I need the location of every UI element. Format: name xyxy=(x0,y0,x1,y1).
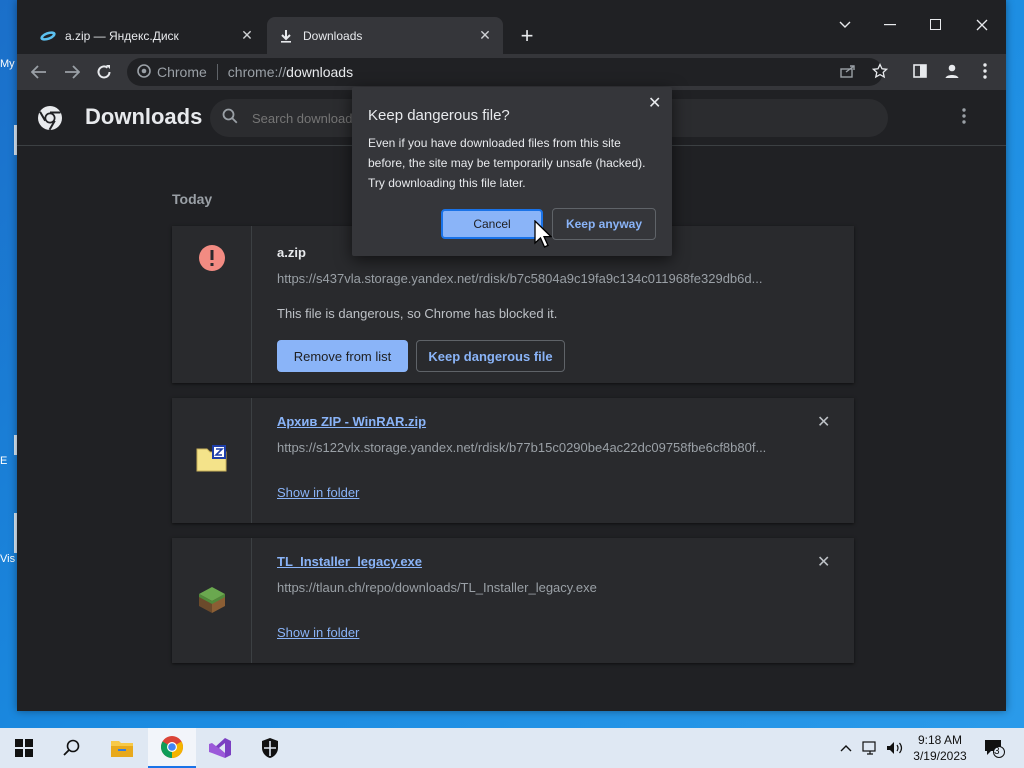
volume-icon[interactable] xyxy=(884,728,906,768)
remove-item-icon[interactable]: ✕ xyxy=(817,552,830,572)
omnibox-chip: Chrome xyxy=(157,64,207,80)
system-clock[interactable]: 9:18 AM 3/19/2023 xyxy=(905,732,975,764)
tab-title: Downloads xyxy=(303,28,363,43)
tab-yandex-disk[interactable]: a.zip — Яндекс.Диск ✕ xyxy=(29,17,265,54)
show-in-folder-link[interactable]: Show in folder xyxy=(277,625,359,640)
remove-item-icon[interactable]: ✕ xyxy=(817,412,830,432)
notification-count: 3 xyxy=(994,746,1000,757)
windows-security-icon[interactable] xyxy=(246,728,294,768)
reload-button[interactable] xyxy=(92,60,116,84)
desktop-icon-label[interactable]: My xyxy=(0,58,15,70)
desktop-icon-label[interactable]: Vis xyxy=(0,553,15,565)
yandex-disk-icon xyxy=(39,28,57,44)
close-tab-icon[interactable]: ✕ xyxy=(477,27,493,44)
omnibox-divider xyxy=(216,64,218,80)
keep-anyway-button[interactable]: Keep anyway xyxy=(552,208,656,240)
file-name-link[interactable]: TL_Installer_legacy.exe xyxy=(277,554,422,569)
visual-studio-icon[interactable] xyxy=(196,728,244,768)
clock-date: 3/19/2023 xyxy=(913,749,967,763)
close-tab-icon[interactable]: ✕ xyxy=(239,27,255,44)
address-bar[interactable]: Chrome chrome:// downloads xyxy=(127,58,883,86)
bookmark-star-icon[interactable] xyxy=(869,60,891,82)
keep-dangerous-file-button[interactable]: Keep dangerous file xyxy=(416,340,565,372)
tab-downloads[interactable]: Downloads ✕ xyxy=(267,17,503,54)
show-hidden-icons-icon[interactable] xyxy=(836,728,856,768)
show-in-folder-link[interactable]: Show in folder xyxy=(277,485,359,500)
file-name: a.zip xyxy=(277,245,306,260)
file-url: https://s122vlx.storage.yandex.net/rdisk… xyxy=(277,440,767,455)
remove-from-list-button[interactable]: Remove from list xyxy=(277,340,408,372)
tab-title: a.zip — Яндекс.Диск xyxy=(65,28,179,43)
taskbar: 9:18 AM 3/19/2023 3 xyxy=(0,728,1024,768)
start-button[interactable] xyxy=(0,728,48,768)
dialog-title: Keep dangerous file? xyxy=(368,107,510,124)
search-icon xyxy=(222,108,238,129)
chrome-icon xyxy=(137,63,151,81)
new-tab-button[interactable]: + xyxy=(515,23,539,48)
share-icon[interactable] xyxy=(837,60,859,82)
danger-alert-icon xyxy=(196,242,228,274)
chrome-logo-icon xyxy=(37,105,63,131)
dialog-message: Even if you have downloaded files from t… xyxy=(368,136,646,190)
keep-dangerous-file-dialog: Keep dangerous file? ✕ Even if you have … xyxy=(352,87,672,256)
danger-message: This file is dangerous, so Chrome has bl… xyxy=(277,306,558,321)
profile-icon[interactable] xyxy=(941,60,963,82)
download-item: TL_Installer_legacy.exe ✕ https://tlaun.… xyxy=(172,538,854,663)
forward-button[interactable] xyxy=(60,60,84,84)
more-actions-icon[interactable] xyxy=(962,108,966,129)
side-panel-icon[interactable] xyxy=(909,60,931,82)
url-scheme: chrome:// xyxy=(227,64,287,80)
download-icon xyxy=(277,28,295,44)
file-name-link[interactable]: Архив ZIP - WinRAR.zip xyxy=(277,414,426,429)
cancel-button[interactable]: Cancel xyxy=(441,209,543,239)
toolbar: Chrome chrome:// downloads xyxy=(17,54,1006,90)
minecraft-grass-block-icon xyxy=(196,584,228,616)
close-window-button[interactable] xyxy=(967,10,997,40)
title-bar: a.zip — Яндекс.Диск ✕ Downloads ✕ + xyxy=(17,0,1006,54)
url-host: downloads xyxy=(286,64,354,80)
file-url: https://s437vla.storage.yandex.net/rdisk… xyxy=(277,271,763,286)
clock-time: 9:18 AM xyxy=(917,733,963,747)
download-item: Архив ZIP - WinRAR.zip ✕ https://s122vlx… xyxy=(172,398,854,523)
back-button[interactable] xyxy=(27,60,51,84)
mouse-cursor-icon xyxy=(534,219,553,253)
network-icon[interactable] xyxy=(860,728,882,768)
desktop-icon-label[interactable]: E xyxy=(0,455,7,467)
file-explorer-icon[interactable] xyxy=(98,728,146,768)
notification-center-icon[interactable]: 3 xyxy=(980,728,1008,768)
page-title: Downloads xyxy=(85,104,203,129)
search-icon[interactable] xyxy=(48,728,96,768)
date-heading: Today xyxy=(172,191,213,207)
chrome-taskbar-icon[interactable] xyxy=(148,728,196,768)
file-url: https://tlaun.ch/repo/downloads/TL_Insta… xyxy=(277,580,597,595)
tab-search-icon[interactable] xyxy=(830,10,860,40)
zip-archive-icon xyxy=(196,442,228,474)
maximize-button[interactable] xyxy=(921,10,951,40)
menu-icon[interactable] xyxy=(974,60,996,82)
minimize-button[interactable] xyxy=(875,10,905,40)
close-dialog-icon[interactable]: ✕ xyxy=(648,93,661,113)
